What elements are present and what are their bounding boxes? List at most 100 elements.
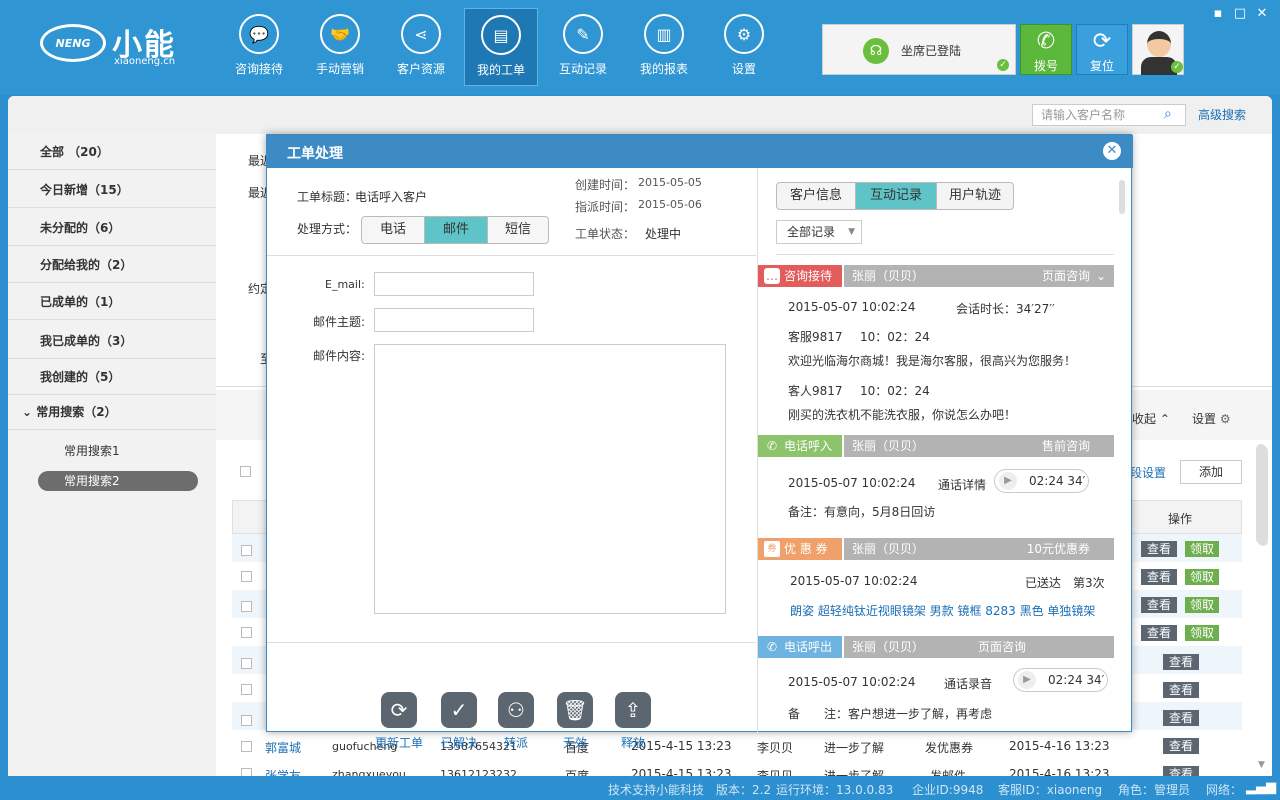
dialog-title: 工单处理: [287, 146, 343, 162]
view-button[interactable]: 查看: [1141, 597, 1177, 613]
row-checkbox[interactable]: [241, 658, 252, 669]
settings-label: 设置: [1192, 412, 1217, 426]
sidebar-item-closed[interactable]: 已成单的（1）: [8, 284, 216, 320]
footer-support: 技术支持小能科技: [608, 783, 705, 797]
message-time: 10：02：24: [860, 330, 930, 344]
sidebar-item-my-closed[interactable]: 我已成单的（3）: [8, 323, 216, 359]
nav-settings[interactable]: ⚙ 设置: [707, 8, 781, 86]
maximize-button[interactable]: □: [1232, 6, 1248, 22]
row-checkbox[interactable]: [241, 571, 252, 582]
customer-search-input[interactable]: 请输入客户名称: [1032, 104, 1186, 126]
method-sms-button[interactable]: 短信: [487, 216, 549, 244]
sidebar-item-created[interactable]: 我创建的（5）: [8, 359, 216, 395]
message-sender: 客服9817: [788, 330, 843, 344]
tab-interactions[interactable]: 互动记录: [855, 182, 937, 210]
view-button[interactable]: 查看: [1163, 654, 1199, 670]
update-ticket-button[interactable]: ⟳ 更新工单: [369, 692, 429, 751]
view-button[interactable]: 查看: [1163, 682, 1199, 698]
share-nodes-icon: ⋖: [401, 14, 441, 54]
record-agent-name: 张丽（贝贝）: [852, 542, 925, 556]
content-textarea[interactable]: [374, 344, 726, 614]
product-link[interactable]: 朗姿 超轻纯钛近视眼镜架 男款 镜框 8283 黑色 单独镜架: [790, 602, 1095, 619]
record-filter-select[interactable]: 全部记录 ▼: [776, 220, 862, 244]
record-call-in-header[interactable]: 电话呼入 ✆ 张丽（贝贝） 售前咨询: [758, 435, 1114, 457]
gear-icon: ⚙: [1219, 412, 1231, 426]
advanced-search-link[interactable]: 高级搜索: [1198, 106, 1246, 123]
ticket-title-value: 电话呼入客户: [355, 190, 428, 204]
share-icon: ⇪: [615, 692, 651, 728]
footer-enterprise-id: 企业ID:9948: [912, 783, 984, 797]
nav-reports[interactable]: ▥ 我的报表: [627, 8, 701, 86]
claim-button[interactable]: 领取: [1185, 569, 1219, 585]
record-tag: 10元优惠券: [1026, 542, 1090, 556]
chevron-down-icon[interactable]: ⌄: [1096, 265, 1106, 287]
avatar[interactable]: ✓: [1132, 24, 1184, 75]
invalid-button[interactable]: 🗑 无效: [545, 692, 605, 751]
row-checkbox[interactable]: [241, 627, 252, 638]
record-coupon-header[interactable]: 优 惠 券 券 张丽（贝贝） 10元优惠券: [758, 538, 1114, 560]
row-checkbox[interactable]: [241, 601, 252, 612]
record-consult-header[interactable]: 咨询接待 … 张丽（贝贝） 页面咨询 ⌄: [758, 265, 1114, 287]
claim-button[interactable]: 领取: [1185, 625, 1219, 641]
select-all-checkbox[interactable]: [240, 466, 251, 477]
table-scrollbar[interactable]: [1258, 446, 1268, 546]
dial-button[interactable]: ✆ 拨号: [1020, 24, 1072, 75]
email-field[interactable]: [374, 272, 534, 296]
release-button[interactable]: ⇪ 释放: [603, 692, 663, 751]
nav-my-tickets[interactable]: ▤ 我的工单: [464, 8, 538, 86]
view-button[interactable]: 查看: [1163, 710, 1199, 726]
list-settings-button[interactable]: 设置 ⚙: [1192, 410, 1231, 427]
view-button[interactable]: 查看: [1141, 569, 1177, 585]
claim-button[interactable]: 领取: [1185, 597, 1219, 613]
customer-name-link[interactable]: 郭富城: [265, 739, 301, 756]
row-checkbox[interactable]: [241, 545, 252, 556]
tab-user-trace[interactable]: 用户轨迹: [936, 182, 1014, 210]
nav-marketing[interactable]: 🤝 手动营销: [303, 8, 377, 86]
method-email-button[interactable]: 邮件: [424, 216, 488, 244]
view-button[interactable]: 查看: [1141, 625, 1177, 641]
transfer-button[interactable]: ⚇ 转派: [486, 692, 546, 751]
nav-customers[interactable]: ⋖ 客户资源: [384, 8, 458, 86]
play-icon[interactable]: ▶: [999, 472, 1017, 490]
view-button[interactable]: 查看: [1163, 738, 1199, 754]
audio-player[interactable]: ▶ 02:24 34′: [994, 469, 1089, 493]
row-checkbox[interactable]: [241, 684, 252, 695]
nav-interactions[interactable]: ✎ 互动记录: [546, 8, 620, 86]
resolved-button[interactable]: ✓ 已解决: [429, 692, 489, 751]
tab-customer-info[interactable]: 客户信息: [776, 182, 856, 210]
sidebar-item-assigned-to-me[interactable]: 分配给我的（2）: [8, 247, 216, 283]
created-value: 2015-05-05: [638, 176, 702, 189]
footer-role: 角色：管理员: [1118, 783, 1191, 797]
view-button[interactable]: 查看: [1141, 541, 1177, 557]
agent-status[interactable]: ☊ 坐席已登陆 ✓: [822, 24, 1016, 75]
dialog-header: 工单处理 ✕: [267, 135, 1133, 168]
close-icon[interactable]: ✕: [1103, 142, 1121, 160]
add-button[interactable]: 添加: [1180, 460, 1242, 484]
record-tag: 页面咨询: [977, 640, 1026, 654]
reset-button[interactable]: ⟳ 复位: [1076, 24, 1128, 75]
close-window-button[interactable]: ✕: [1254, 6, 1270, 22]
sidebar-sub-search-1[interactable]: 常用搜索1: [38, 441, 198, 461]
collapse-button[interactable]: 收起 ⌃: [1132, 410, 1170, 427]
sidebar-item-common-search[interactable]: ⌄ 常用搜索（2）: [8, 394, 216, 430]
record-call-out-header[interactable]: 电话呼出 ✆ 张丽（贝贝） 页面咨询: [758, 636, 1114, 658]
row-checkbox[interactable]: [241, 715, 252, 726]
field-settings-link[interactable]: 段设置: [1130, 464, 1166, 481]
sidebar-item-all[interactable]: 全部 （20）: [8, 134, 216, 170]
claim-button[interactable]: 领取: [1185, 541, 1219, 557]
sidebar-sub-search-2[interactable]: 常用搜索2: [38, 471, 198, 491]
record-tag: 页面咨询: [1041, 269, 1090, 283]
method-phone-button[interactable]: 电话: [361, 216, 425, 244]
scroll-down-arrow-icon[interactable]: ▼: [1258, 760, 1268, 772]
row-checkbox[interactable]: [241, 741, 252, 752]
subject-field[interactable]: [374, 308, 534, 332]
status-footer: 技术支持小能科技 版本：2.2 运行环境：13.0.0.83 企业ID:9948…: [0, 776, 1280, 800]
minimize-button[interactable]: ▪: [1210, 6, 1226, 22]
pane-scrollbar[interactable]: [1119, 180, 1125, 214]
search-icon[interactable]: ⌕: [1164, 106, 1172, 122]
nav-consult[interactable]: 💬 咨询接待: [222, 8, 296, 86]
play-icon[interactable]: ▶: [1018, 671, 1036, 689]
sidebar-item-today[interactable]: 今日新增（15）: [8, 172, 216, 208]
audio-player[interactable]: ▶ 02:24 34′: [1013, 668, 1108, 692]
sidebar-item-unassigned[interactable]: 未分配的（6）: [8, 210, 216, 246]
